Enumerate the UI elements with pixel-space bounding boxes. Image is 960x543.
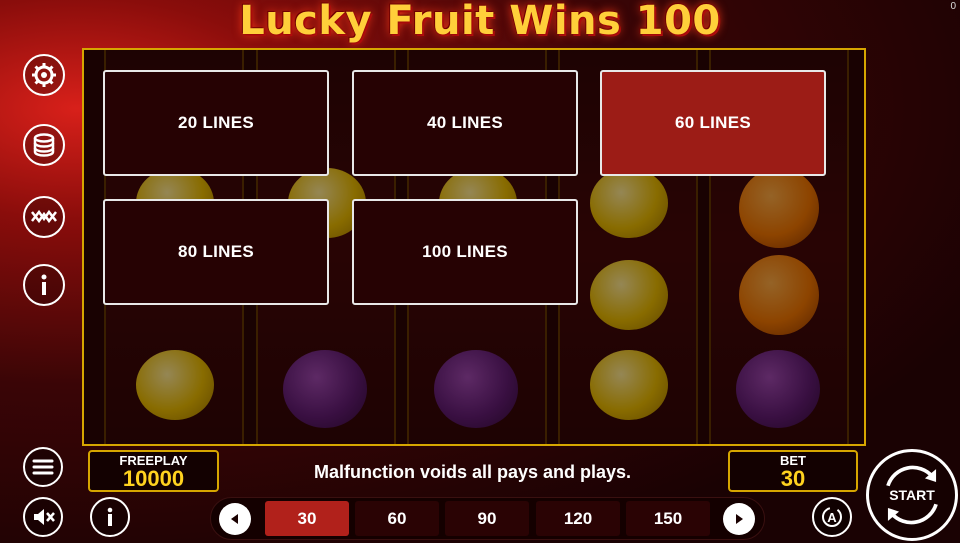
chevron-left-icon bbox=[231, 514, 238, 524]
autoplay-button[interactable]: A bbox=[812, 497, 852, 537]
coins-button[interactable] bbox=[23, 124, 65, 166]
coin-stack-icon bbox=[33, 133, 55, 157]
sound-toggle-button[interactable] bbox=[23, 497, 63, 537]
bet-box: BET 30 bbox=[728, 450, 858, 492]
sound-muted-icon bbox=[34, 509, 55, 525]
paylines-icon bbox=[31, 209, 57, 224]
gear-icon bbox=[32, 63, 56, 87]
info-icon bbox=[107, 507, 113, 526]
freeplay-value: 10000 bbox=[122, 466, 185, 491]
info-button[interactable] bbox=[23, 264, 65, 306]
lines-option-40[interactable]: 40 LINES bbox=[352, 70, 578, 176]
bet-decrease-button[interactable] bbox=[219, 503, 251, 535]
info-icon bbox=[41, 274, 47, 295]
start-label: START bbox=[889, 487, 935, 503]
svg-text:A: A bbox=[827, 510, 837, 525]
bet-option-120[interactable]: 120 bbox=[536, 501, 620, 536]
paytable-info-button[interactable] bbox=[90, 497, 130, 537]
chevron-right-icon bbox=[736, 514, 743, 524]
freeplay-box: FREEPLAY 10000 bbox=[88, 450, 219, 492]
lines-option-60[interactable]: 60 LINES bbox=[600, 70, 826, 176]
settings-button[interactable] bbox=[23, 54, 65, 96]
autoplay-icon: A bbox=[822, 507, 842, 527]
malfunction-notice: Malfunction voids all pays and plays. bbox=[313, 462, 632, 482]
lines-option-100[interactable]: 100 LINES bbox=[352, 199, 578, 305]
start-button[interactable]: START bbox=[866, 449, 958, 541]
bet-value: 30 bbox=[780, 466, 806, 491]
bet-option-90[interactable]: 90 bbox=[445, 501, 529, 536]
paylines-button[interactable] bbox=[23, 196, 65, 238]
game-title: Lucky Fruit Wins 100 bbox=[239, 0, 721, 44]
hamburger-icon bbox=[32, 459, 54, 475]
bet-option-60[interactable]: 60 bbox=[355, 501, 439, 536]
menu-button[interactable] bbox=[23, 447, 63, 487]
bet-increase-button[interactable] bbox=[723, 503, 755, 535]
lines-option-80[interactable]: 80 LINES bbox=[103, 199, 329, 305]
bet-option-30[interactable]: 30 bbox=[265, 501, 349, 536]
lines-option-20[interactable]: 20 LINES bbox=[103, 70, 329, 176]
bet-option-150[interactable]: 150 bbox=[626, 501, 710, 536]
